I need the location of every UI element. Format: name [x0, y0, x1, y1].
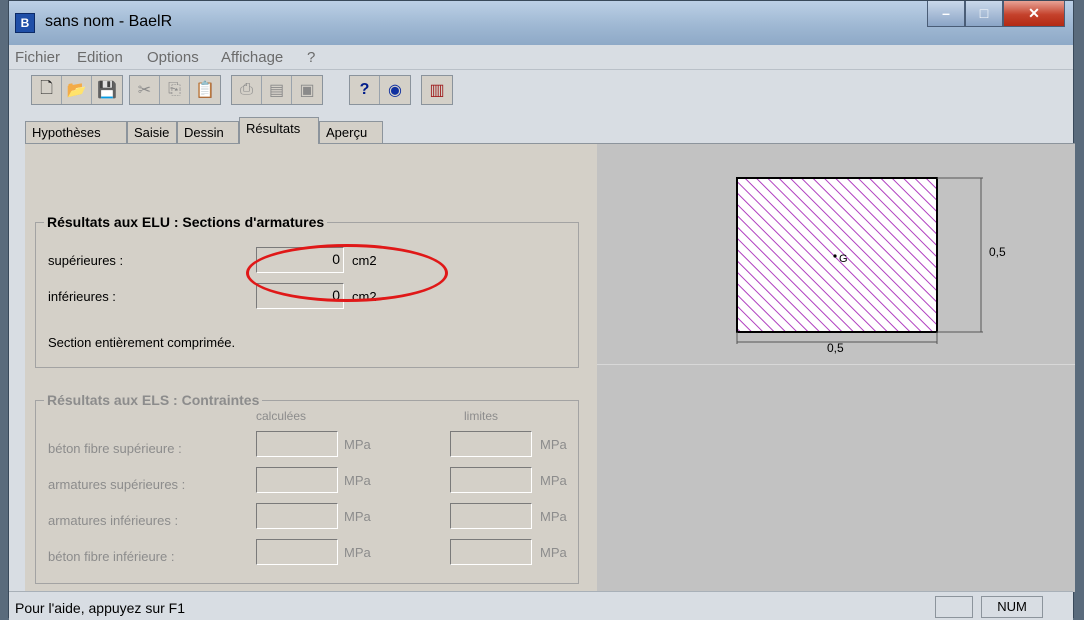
title-bar[interactable]: B sans nom - BaelR – □ ✕: [9, 1, 1073, 45]
els-unit: MPa: [344, 437, 371, 452]
els-unit: MPa: [344, 509, 371, 524]
tab-saisie[interactable]: Saisie: [127, 121, 177, 143]
open-folder-icon[interactable]: 📂: [62, 76, 92, 104]
maximize-button[interactable]: □: [965, 1, 1003, 27]
section-rectangle: [736, 177, 938, 333]
help-icon[interactable]: ?: [350, 76, 380, 104]
menu-affichage[interactable]: Affichage: [221, 49, 283, 66]
menu-fichier[interactable]: Fichier: [15, 49, 60, 66]
menu-edition[interactable]: Edition: [77, 49, 123, 66]
results-panel: Résultats aux ELU : Sections d'armatures…: [25, 143, 1075, 592]
els-unit: MPa: [540, 473, 567, 488]
elu-group-title: Résultats aux ELU : Sections d'armatures: [44, 214, 328, 230]
print-preview-icon[interactable]: ▤: [262, 76, 292, 104]
status-bar: Pour l'aide, appuyez sur F1 NUM: [9, 591, 1073, 620]
els-lim-field: [450, 467, 532, 493]
menu-help[interactable]: ?: [307, 49, 315, 66]
cut-icon[interactable]: ✂: [130, 76, 160, 104]
els-lim-field: [450, 431, 532, 457]
toolbar-calc-group: ▥: [421, 75, 453, 105]
main-window: B sans nom - BaelR – □ ✕ Fichier Edition…: [8, 0, 1075, 620]
results-left-pane: Résultats aux ELU : Sections d'armatures…: [25, 144, 597, 592]
status-num-indicator: NUM: [981, 596, 1043, 618]
els-unit: MPa: [344, 473, 371, 488]
els-row-label: béton fibre supérieure :: [48, 441, 182, 456]
centroid-label: G: [839, 253, 848, 265]
status-indicator-empty: [935, 596, 973, 618]
section-status-message: Section entièrement comprimée.: [48, 335, 236, 350]
els-row-label: armatures supérieures :: [48, 477, 186, 492]
close-button[interactable]: ✕: [1003, 1, 1065, 27]
window-title: sans nom - BaelR: [45, 13, 173, 30]
els-row-label: armatures inférieures :: [48, 513, 179, 528]
status-help-text: Pour l'aide, appuyez sur F1: [15, 600, 185, 616]
toolbar-help-group: ? ◉: [349, 75, 411, 105]
toolbar-edit-group: ✂ ⎘ 📋: [129, 75, 221, 105]
centroid-point: [833, 254, 837, 258]
els-unit: MPa: [540, 509, 567, 524]
app-icon[interactable]: B: [15, 13, 35, 33]
els-row-label: béton fibre inférieure :: [48, 549, 175, 564]
copy-icon[interactable]: ⎘: [160, 76, 190, 104]
els-unit: MPa: [344, 545, 371, 560]
els-group-title: Résultats aux ELS : Contraintes: [44, 392, 263, 408]
tab-apercu[interactable]: Aperçu: [319, 121, 383, 143]
height-label: 0,5: [989, 245, 1006, 259]
sup-label: supérieures :: [48, 253, 124, 268]
els-calc-field: [256, 539, 338, 565]
tab-hypotheses[interactable]: Hypothèses: [25, 121, 127, 143]
menu-options[interactable]: Options: [147, 49, 199, 66]
toolbar-file-group: 🗋 📂 💾: [31, 75, 123, 105]
els-calc-field: [256, 467, 338, 493]
save-icon[interactable]: 💾: [92, 76, 122, 104]
tab-dessin[interactable]: Dessin: [177, 121, 239, 143]
calculator-icon[interactable]: ▥: [422, 76, 452, 104]
section-drawing: G 0,5 0,5: [736, 177, 1006, 355]
els-unit: MPa: [540, 437, 567, 452]
new-file-icon[interactable]: 🗋: [32, 76, 62, 104]
menu-bar: Fichier Edition Options Affichage ?: [9, 45, 1073, 70]
tab-resultats[interactable]: Résultats: [239, 117, 319, 144]
print-setup-icon[interactable]: ▣: [292, 76, 322, 104]
els-lim-field: [450, 539, 532, 565]
paste-icon[interactable]: 📋: [190, 76, 220, 104]
toolbar-print-group: ⎙ ▤ ▣: [231, 75, 323, 105]
drawing-pane: G 0,5 0,5: [597, 144, 1075, 592]
els-unit: MPa: [540, 545, 567, 560]
els-group: Résultats aux ELS : Contraintes calculée…: [35, 392, 579, 584]
red-highlight-ellipse: [246, 244, 448, 302]
els-col-limites: limites: [464, 409, 499, 423]
els-col-calculees: calculées: [256, 409, 307, 423]
toolbar: 🗋 📂 💾 ✂ ⎘ 📋 ⎙ ▤ ▣ ? ◉ ▥: [9, 70, 1073, 110]
els-calc-field: [256, 431, 338, 457]
width-label: 0,5: [827, 341, 844, 355]
minimize-button[interactable]: –: [927, 1, 965, 27]
globe-icon[interactable]: ◉: [380, 76, 410, 104]
els-calc-field: [256, 503, 338, 529]
inf-label: inférieures :: [48, 289, 116, 304]
els-lim-field: [450, 503, 532, 529]
print-icon[interactable]: ⎙: [232, 76, 262, 104]
section-drawing-area: G 0,5 0,5: [597, 144, 1075, 365]
